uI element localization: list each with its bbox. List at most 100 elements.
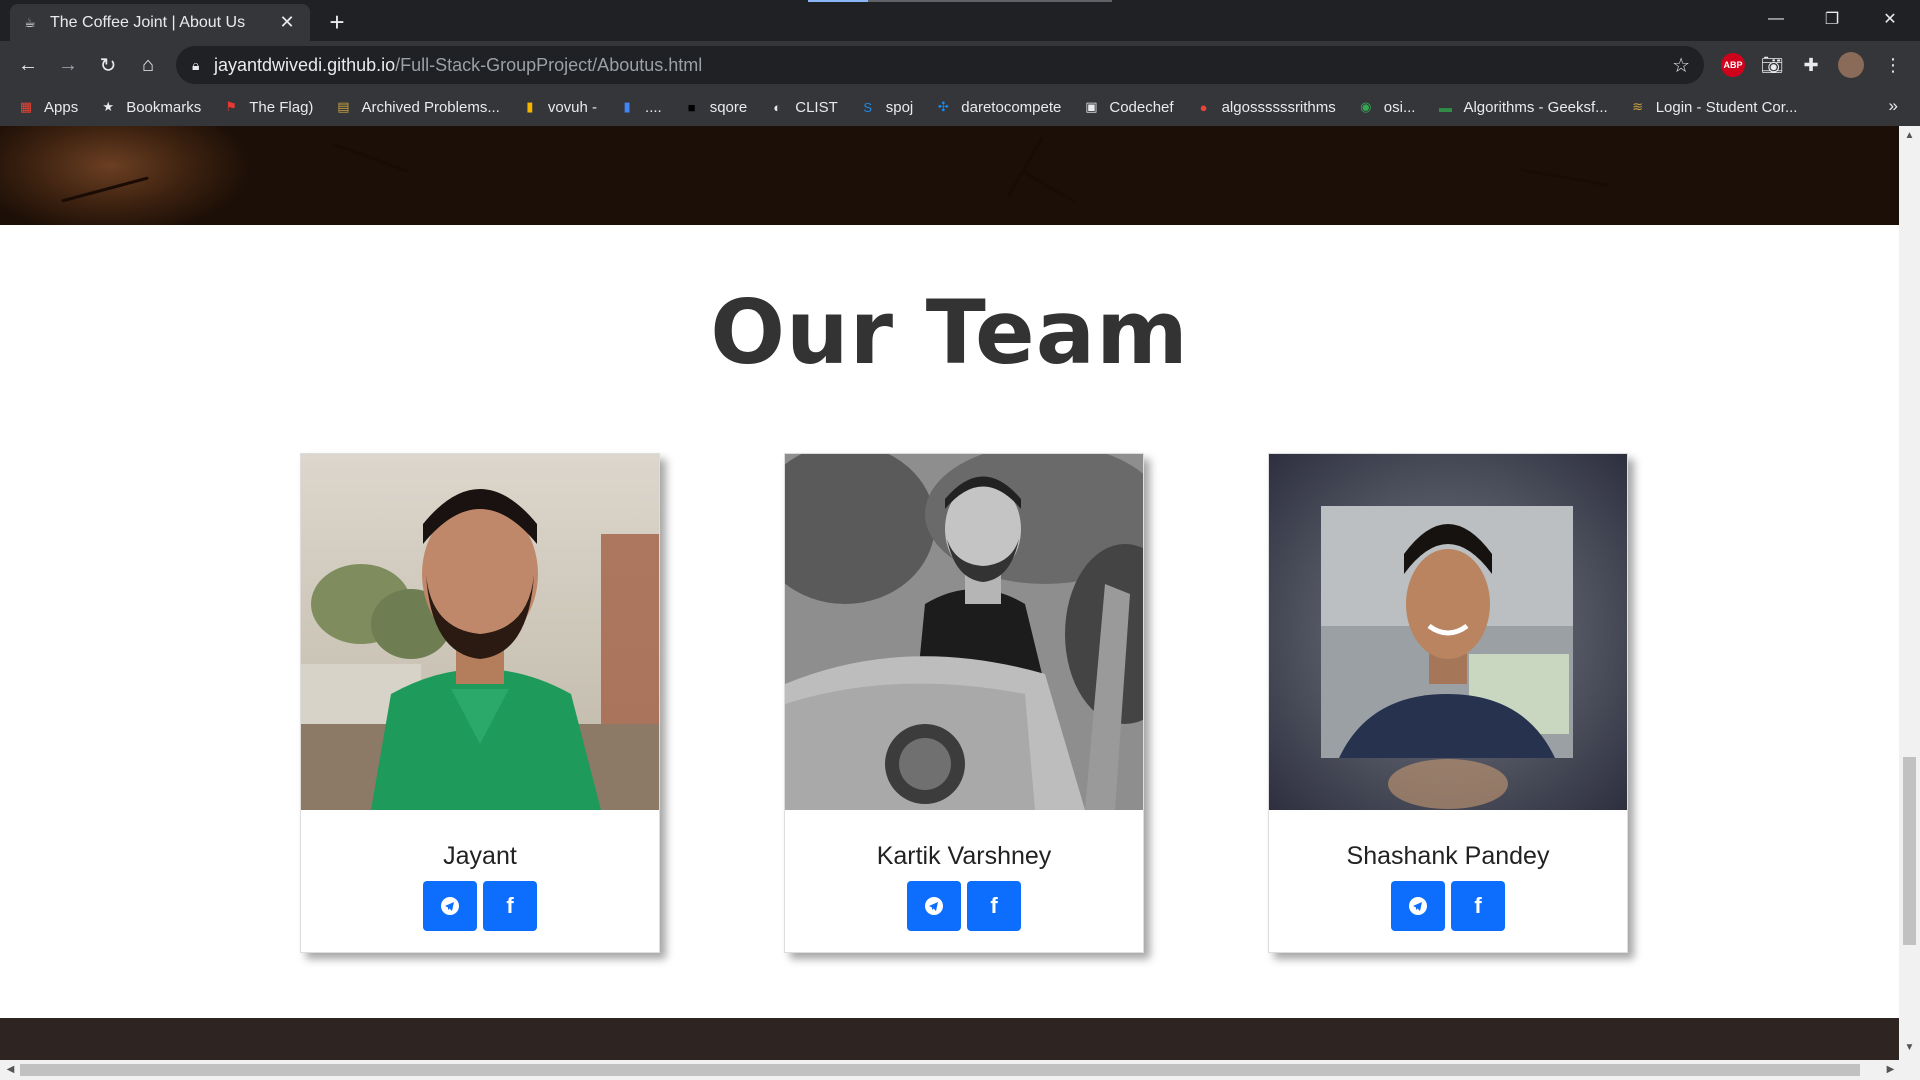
bookmark-item[interactable]: ▬ Algorithms - Geeksf... <box>1437 98 1608 116</box>
bookmark-item[interactable]: ▤ Archived Problems... <box>335 98 500 116</box>
camera-extension-icon[interactable]: 📷︎ <box>1757 50 1787 80</box>
home-icon[interactable]: ⌂ <box>130 47 166 83</box>
horizontal-scrollbar[interactable]: ◀ ▶ <box>0 1060 1920 1080</box>
reload-icon[interactable]: ↻ <box>90 47 126 83</box>
bookmark-item[interactable]: ⚑ The Flag) <box>223 99 313 116</box>
telegram-button[interactable] <box>907 881 961 931</box>
bookmark-label: algossssssrithms <box>1221 98 1336 116</box>
telegram-icon <box>925 897 943 915</box>
team-member-photo <box>785 454 1143 810</box>
bar-chart-icon: ▮ <box>623 99 631 114</box>
puzzle-icon: ✣ <box>937 99 949 114</box>
tab-divider <box>868 0 1112 2</box>
facebook-button[interactable]: f <box>1451 881 1505 931</box>
team-card: Jayant f <box>300 453 660 953</box>
bookmark-item[interactable]: ● algossssssrithms <box>1196 99 1336 116</box>
star-icon: ★ <box>102 99 115 114</box>
back-arrow-icon[interactable]: ← <box>10 47 46 83</box>
bookmark-item[interactable]: ▮ vovuh - <box>522 99 597 116</box>
bookmark-item[interactable]: ≋ Login - Student Cor... <box>1630 98 1798 116</box>
telegram-button[interactable] <box>1391 881 1445 931</box>
page-title: Our Team <box>710 281 1189 384</box>
menu-kebab-icon[interactable]: ⋮ <box>1878 50 1908 80</box>
bookmark-label: Apps <box>44 98 79 116</box>
team-member-name: Jayant <box>443 842 517 870</box>
minimize-window-icon[interactable]: — <box>1748 0 1804 38</box>
social-links: f <box>1391 881 1505 931</box>
forward-arrow-icon[interactable]: → <box>50 47 86 83</box>
osi-icon: ◉ <box>1360 99 1372 114</box>
telegram-icon <box>1409 897 1427 915</box>
close-window-icon[interactable]: ✕ <box>1862 0 1918 38</box>
document-icon: ▤ <box>337 99 350 114</box>
url-host: jayantdwivedi.github.io <box>214 54 396 75</box>
browser-tab-active[interactable]: ☕ The Coffee Joint | About Us ✕ <box>10 4 310 41</box>
team-member-photo <box>301 454 659 810</box>
bookmark-label: osi... <box>1383 98 1416 116</box>
telegram-button[interactable] <box>423 881 477 931</box>
new-tab-button[interactable]: + <box>322 8 352 38</box>
bookmark-label: vovuh - <box>547 98 598 116</box>
gfg-icon: ▬ <box>1438 99 1452 115</box>
team-member-photo <box>1269 454 1627 810</box>
bookmark-label: Bookmarks <box>126 98 202 116</box>
scroll-right-arrow-icon[interactable]: ▶ <box>1880 1064 1901 1075</box>
team-card: Kartik Varshney f <box>784 453 1144 953</box>
restore-window-icon[interactable]: ❐ <box>1804 0 1860 38</box>
bookmark-label: spoj <box>885 98 914 116</box>
bookmark-label: Codechef <box>1109 98 1174 116</box>
search-icon: ● <box>1199 99 1208 115</box>
vertical-scroll-thumb[interactable] <box>1903 757 1916 945</box>
lock-icon: 🔒︎ <box>192 56 200 73</box>
facebook-button[interactable]: f <box>967 881 1021 931</box>
codechef-icon: ▣ <box>1085 99 1098 114</box>
scroll-left-arrow-icon[interactable]: ◀ <box>0 1064 21 1075</box>
scroll-up-arrow-icon[interactable]: ▲ <box>1899 130 1920 141</box>
team-member-name: Shashank Pandey <box>1346 842 1550 870</box>
extensions-puzzle-icon[interactable]: ✚ <box>1796 50 1826 80</box>
address-bar[interactable]: 🔒︎ jayantdwivedi.github.io/Full-Stack-Gr… <box>176 46 1704 84</box>
bookmark-star-icon[interactable]: ☆ <box>1672 53 1690 78</box>
bookmark-label: daretocompete <box>961 98 1062 116</box>
footer <box>0 1018 1899 1060</box>
team-card: Shashank Pandey f <box>1268 453 1628 953</box>
flag-icon: ⚑ <box>225 99 238 114</box>
bookmark-item[interactable]: ▦ Apps <box>18 99 78 116</box>
close-tab-icon[interactable]: ✕ <box>276 12 298 33</box>
browser-toolbar: ← → ↻ ⌂ 🔒︎ jayantdwivedi.github.io/Full-… <box>0 41 1920 88</box>
scroll-down-arrow-icon[interactable]: ▼ <box>1899 1042 1920 1053</box>
login-icon: ≋ <box>1632 99 1644 114</box>
bookmark-label: Archived Problems... <box>361 98 500 116</box>
coffee-beans-banner <box>0 126 1899 225</box>
bookmark-item[interactable]: ◐ CLIST <box>769 98 838 116</box>
page-viewport: Our Team Jayant f Kartik Varshney f Shas… <box>0 126 1899 1060</box>
facebook-icon: f <box>506 893 514 918</box>
vertical-scrollbar[interactable]: ▲ ▼ <box>1899 126 1920 1060</box>
facebook-button[interactable]: f <box>483 881 537 931</box>
facebook-icon: f <box>1474 893 1482 918</box>
adblock-extension-icon[interactable]: ABP <box>1718 50 1748 80</box>
bookmark-item[interactable]: ▣ Codechef <box>1083 99 1173 116</box>
coffee-cup-icon: ☕ <box>24 14 36 30</box>
bookmark-label: Algorithms - Geeksf... <box>1463 98 1608 116</box>
profile-avatar[interactable] <box>1836 50 1866 80</box>
bookmark-label: CLIST <box>795 98 838 116</box>
bar-chart-icon: ▮ <box>526 99 534 114</box>
bookmarks-overflow-icon[interactable]: » <box>1889 96 1898 116</box>
social-links: f <box>907 881 1021 931</box>
url-path: /Full-Stack-GroupProject/Aboutus.html <box>395 54 703 75</box>
bookmark-item[interactable]: ■ sqore <box>684 99 747 116</box>
bookmark-item[interactable]: ◉ osi... <box>1358 98 1416 116</box>
social-links: f <box>423 881 537 931</box>
bookmark-item[interactable]: ▮.... <box>619 98 662 116</box>
bookmark-item[interactable]: Sspoj <box>860 98 914 116</box>
square-icon: ■ <box>687 99 696 115</box>
horizontal-scroll-thumb[interactable] <box>20 1064 1860 1076</box>
bookmark-label: Login - Student Cor... <box>1655 98 1798 116</box>
bookmarks-bar: ▦ Apps ★ Bookmarks ⚑ The Flag) ▤ Archived Probl… <box>0 88 1920 126</box>
bookmark-label: The Flag) <box>249 98 314 116</box>
apps-grid-icon: ▦ <box>19 99 33 114</box>
bookmark-item[interactable]: ✣ daretocompete <box>935 98 1062 116</box>
bookmark-item[interactable]: ★ Bookmarks <box>100 99 201 116</box>
bookmark-label: .... <box>645 98 662 116</box>
